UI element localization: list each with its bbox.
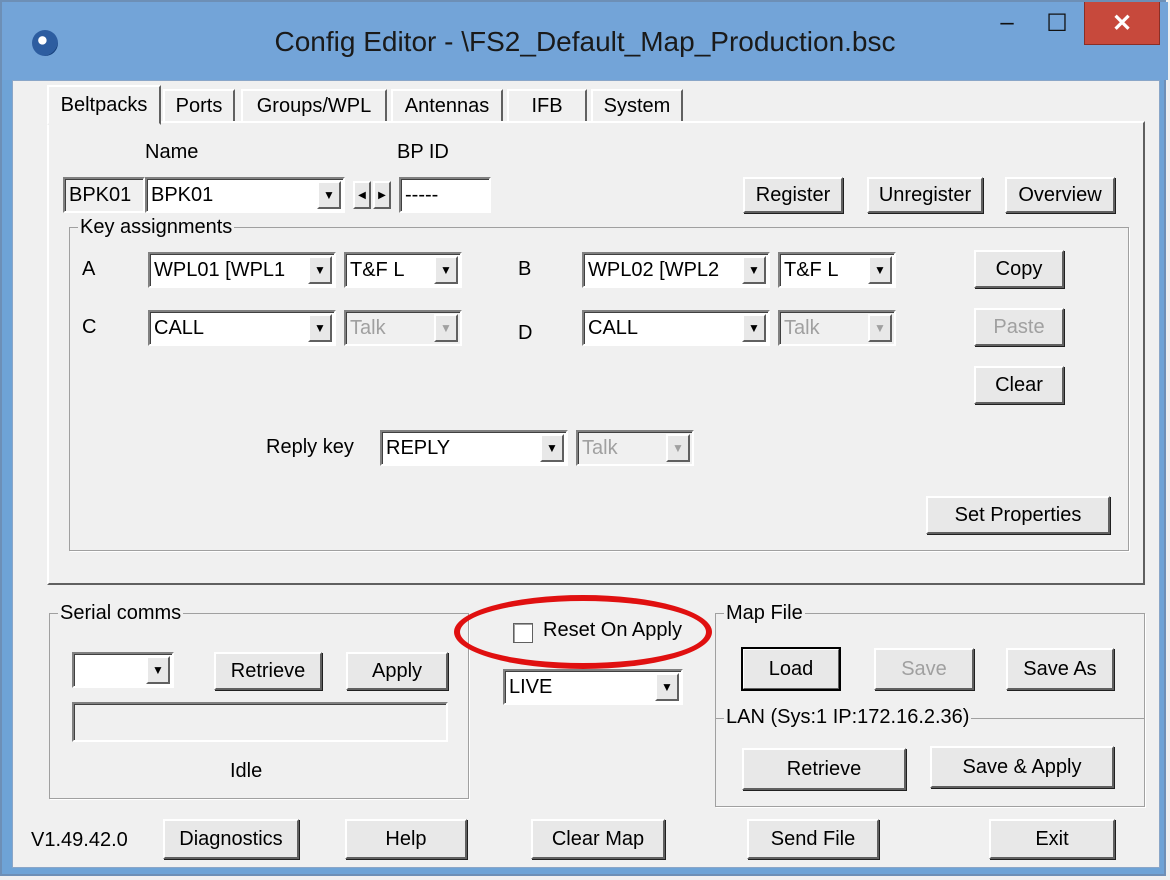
key-d-mode-value: Talk <box>784 316 820 339</box>
next-beltpack-button[interactable]: ▶ <box>373 181 391 209</box>
unregister-button[interactable]: Unregister <box>867 177 983 213</box>
lan-title: LAN (Sys:1 IP:172.16.2.36) <box>724 706 972 729</box>
key-c-label: C <box>82 316 97 338</box>
key-d-value: CALL <box>588 316 639 339</box>
map-file-group: Map File Load Save Save As LAN (Sys:1 IP… <box>715 602 1145 807</box>
key-assignments-title: Key assignments <box>78 216 235 239</box>
serial-status: Idle <box>230 760 263 782</box>
key-b-dropdown[interactable]: WPL02 [WPL2 ▼ <box>582 252 770 288</box>
bpid-label: BP ID <box>397 141 449 163</box>
chevron-down-icon[interactable]: ▼ <box>308 256 332 284</box>
key-c-mode-value: Talk <box>350 316 386 339</box>
key-a-value: WPL01 [WPL1 <box>154 258 286 281</box>
exit-button[interactable]: Exit <box>989 819 1115 859</box>
key-c-mode-dropdown: Talk ▼ <box>344 310 462 346</box>
reply-mode-value: Talk <box>582 436 618 459</box>
tab-system[interactable]: System <box>591 89 683 123</box>
version-label: V1.49.42.0 <box>31 829 128 851</box>
help-button[interactable]: Help <box>345 819 467 859</box>
bpid-input[interactable]: ----- <box>399 177 491 213</box>
diagnostics-button[interactable]: Diagnostics <box>163 819 299 859</box>
serial-apply-button[interactable]: Apply <box>346 652 448 690</box>
prev-beltpack-button[interactable]: ◀ <box>353 181 371 209</box>
clear-map-button[interactable]: Clear Map <box>531 819 665 859</box>
tab-antennas[interactable]: Antennas <box>391 89 503 123</box>
reply-key-dropdown[interactable]: REPLY ▼ <box>380 430 568 466</box>
main-window: Config Editor - \FS2_Default_Map_Product… <box>0 0 1168 876</box>
chevron-down-icon: ▼ <box>434 314 458 342</box>
chevron-down-icon[interactable]: ▼ <box>742 314 766 342</box>
beltpack-code: BPK01 <box>63 177 145 213</box>
name-label: Name <box>145 141 199 163</box>
serial-retrieve-button[interactable]: Retrieve <box>214 652 322 690</box>
key-assignments-group: Key assignments A WPL01 [WPL1 ▼ T&F L ▼ … <box>69 216 1129 551</box>
tab-groups-wpl[interactable]: Groups/WPL <box>241 89 387 123</box>
save-apply-button[interactable]: Save & Apply <box>930 746 1114 788</box>
key-a-dropdown[interactable]: WPL01 [WPL1 ▼ <box>148 252 336 288</box>
key-b-value: WPL02 [WPL2 <box>588 258 720 281</box>
send-file-button[interactable]: Send File <box>747 819 879 859</box>
save-button[interactable]: Save <box>874 648 974 690</box>
chevron-down-icon: ▼ <box>666 434 690 462</box>
key-d-dropdown[interactable]: CALL ▼ <box>582 310 770 346</box>
reply-key-label: Reply key <box>266 436 354 458</box>
maximize-button[interactable]: ☐ <box>1028 2 1086 44</box>
serial-progress-bar <box>72 702 448 742</box>
beltpacks-panel: Name BP ID BPK01 BPK01 ▼ ◀ ▶ ----- Regis… <box>47 121 1145 585</box>
chevron-down-icon[interactable]: ▼ <box>146 656 170 684</box>
chevron-down-icon[interactable]: ▼ <box>434 256 458 284</box>
key-c-value: CALL <box>154 316 205 339</box>
tab-beltpacks[interactable]: Beltpacks <box>47 85 161 125</box>
key-b-label: B <box>518 258 532 280</box>
chevron-down-icon[interactable]: ▼ <box>308 314 332 342</box>
key-c-dropdown[interactable]: CALL ▼ <box>148 310 336 346</box>
chevron-down-icon[interactable]: ▼ <box>540 434 564 462</box>
key-b-mode-value: T&F L <box>784 258 839 281</box>
key-a-label: A <box>82 258 96 280</box>
chevron-down-icon: ▼ <box>868 314 892 342</box>
paste-button[interactable]: Paste <box>974 308 1064 346</box>
key-a-mode-dropdown[interactable]: T&F L ▼ <box>344 252 462 288</box>
lan-retrieve-button[interactable]: Retrieve <box>742 748 906 790</box>
key-b-mode-dropdown[interactable]: T&F L ▼ <box>778 252 896 288</box>
tab-ports[interactable]: Ports <box>163 89 235 123</box>
dialog-client-area: Beltpacks Ports Groups/WPL Antennas IFB … <box>12 80 1160 868</box>
title-bar[interactable]: Config Editor - \FS2_Default_Map_Product… <box>2 2 1168 80</box>
serial-comms-group: Serial comms ▼ Retrieve Apply Idle <box>49 602 469 799</box>
chevron-down-icon[interactable]: ▼ <box>868 256 892 284</box>
mode-value: LIVE <box>509 675 553 698</box>
save-as-button[interactable]: Save As <box>1006 648 1114 690</box>
close-button[interactable]: ✕ <box>1084 2 1160 45</box>
set-properties-button[interactable]: Set Properties <box>926 496 1110 534</box>
serial-comms-title: Serial comms <box>58 602 184 625</box>
register-button[interactable]: Register <box>743 177 843 213</box>
beltpack-name-value: BPK01 <box>151 183 214 206</box>
chevron-down-icon[interactable]: ▼ <box>655 673 679 701</box>
copy-button[interactable]: Copy <box>974 250 1064 288</box>
mode-dropdown[interactable]: LIVE ▼ <box>503 669 683 705</box>
map-file-title: Map File <box>724 602 805 625</box>
beltpack-name-dropdown[interactable]: BPK01 ▼ <box>145 177 345 213</box>
key-a-mode-value: T&F L <box>350 258 405 281</box>
tab-ifb[interactable]: IFB <box>507 89 587 123</box>
reply-mode-dropdown: Talk ▼ <box>576 430 694 466</box>
key-d-label: D <box>518 322 533 344</box>
key-d-mode-dropdown: Talk ▼ <box>778 310 896 346</box>
reset-on-apply-label[interactable]: Reset On Apply <box>543 619 682 642</box>
reset-on-apply-checkbox[interactable] <box>513 623 533 643</box>
reply-key-value: REPLY <box>386 436 451 459</box>
chevron-down-icon[interactable]: ▼ <box>317 181 341 209</box>
overview-button[interactable]: Overview <box>1005 177 1115 213</box>
clear-button[interactable]: Clear <box>974 366 1064 404</box>
serial-port-dropdown[interactable]: ▼ <box>72 652 174 688</box>
load-button[interactable]: Load <box>741 647 841 691</box>
chevron-down-icon[interactable]: ▼ <box>742 256 766 284</box>
